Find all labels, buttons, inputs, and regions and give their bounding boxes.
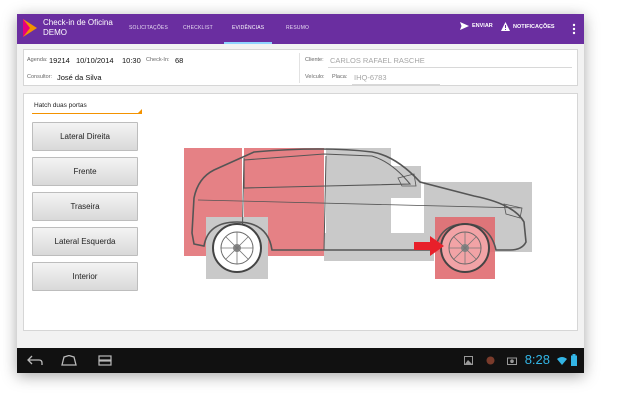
evidence-panel: Hatch duas portas Lateral Direita Frente… xyxy=(23,93,578,331)
vehicle-type-select[interactable]: Hatch duas portas xyxy=(32,102,142,114)
camera-icon xyxy=(507,357,517,365)
placa-label: Placa: xyxy=(332,74,348,80)
notifications-button[interactable]: NOTIFICAÇÕES xyxy=(501,22,555,31)
system-nav-bar: 8:28 xyxy=(17,348,584,373)
front-wheel xyxy=(440,223,490,273)
cliente-underline xyxy=(328,67,572,68)
placa-underline xyxy=(352,84,440,85)
send-button[interactable]: ENVIAR xyxy=(460,22,493,30)
consultor-label: Consultor: xyxy=(27,74,53,80)
mirror-region[interactable] xyxy=(391,166,421,198)
wifi-icon xyxy=(557,357,567,365)
cliente-field[interactable]: CARLOS RAFAEL RASCHE xyxy=(330,56,425,65)
tab-checklist[interactable]: CHECKLIST xyxy=(183,25,213,44)
lateral-esquerda-button[interactable]: Lateral Esquerda xyxy=(32,227,138,256)
consultor-value: José da Silva xyxy=(57,73,102,82)
gallery-icon xyxy=(464,356,473,365)
agenda-label: Agenda: xyxy=(27,57,48,63)
recent-apps-icon[interactable] xyxy=(97,355,113,366)
app-bar: Check-in de Oficina DEMO SOLICITAÇÕES CH… xyxy=(17,14,584,44)
app-title-line1: Check-in de Oficina xyxy=(43,18,113,27)
check-in-info-panel: Agenda: 19214 10/10/2014 10:30 Check-In:… xyxy=(23,49,578,86)
app-title-line2: DEMO xyxy=(43,28,67,37)
app-title: Check-in de Oficina DEMO xyxy=(43,18,113,38)
veiculo-label: Veículo: xyxy=(305,74,325,80)
status-clock: 8:28 xyxy=(524,352,550,367)
interior-button[interactable]: Interior xyxy=(32,262,138,291)
warning-icon xyxy=(501,22,510,31)
info-divider xyxy=(299,53,300,83)
tablet-screen: Check-in de Oficina DEMO SOLICITAÇÕES CH… xyxy=(17,14,584,373)
checkin-label: Check-In: xyxy=(146,57,170,63)
lateral-direita-button[interactable]: Lateral Direita xyxy=(32,122,138,151)
send-icon xyxy=(460,22,469,30)
app-logo-icon xyxy=(23,19,37,37)
overflow-menu-icon[interactable] xyxy=(572,23,576,35)
car-side-diagram xyxy=(184,148,532,279)
checkin-value: 68 xyxy=(175,56,184,65)
back-icon[interactable] xyxy=(27,355,43,366)
agenda-value: 19214 xyxy=(49,56,70,65)
date-value: 10/10/2014 xyxy=(76,56,114,65)
placa-field[interactable]: IHQ-6783 xyxy=(354,73,387,82)
tab-resumo[interactable]: RESUMO xyxy=(286,25,309,44)
frente-button[interactable]: Frente xyxy=(32,157,138,186)
tab-solicitacoes[interactable]: SOLICITAÇÕES xyxy=(129,25,168,44)
traseira-button[interactable]: Traseira xyxy=(32,192,138,221)
rear-wheel xyxy=(212,223,262,273)
dropdown-triangle-icon xyxy=(138,109,142,113)
battery-icon xyxy=(571,354,577,366)
tab-evidencias[interactable]: EVIDÊNCIAS xyxy=(223,25,273,44)
cliente-label: Cliente: xyxy=(305,57,324,63)
home-icon[interactable] xyxy=(61,355,77,366)
app-icon xyxy=(486,356,495,365)
time-value: 10:30 xyxy=(122,56,141,65)
